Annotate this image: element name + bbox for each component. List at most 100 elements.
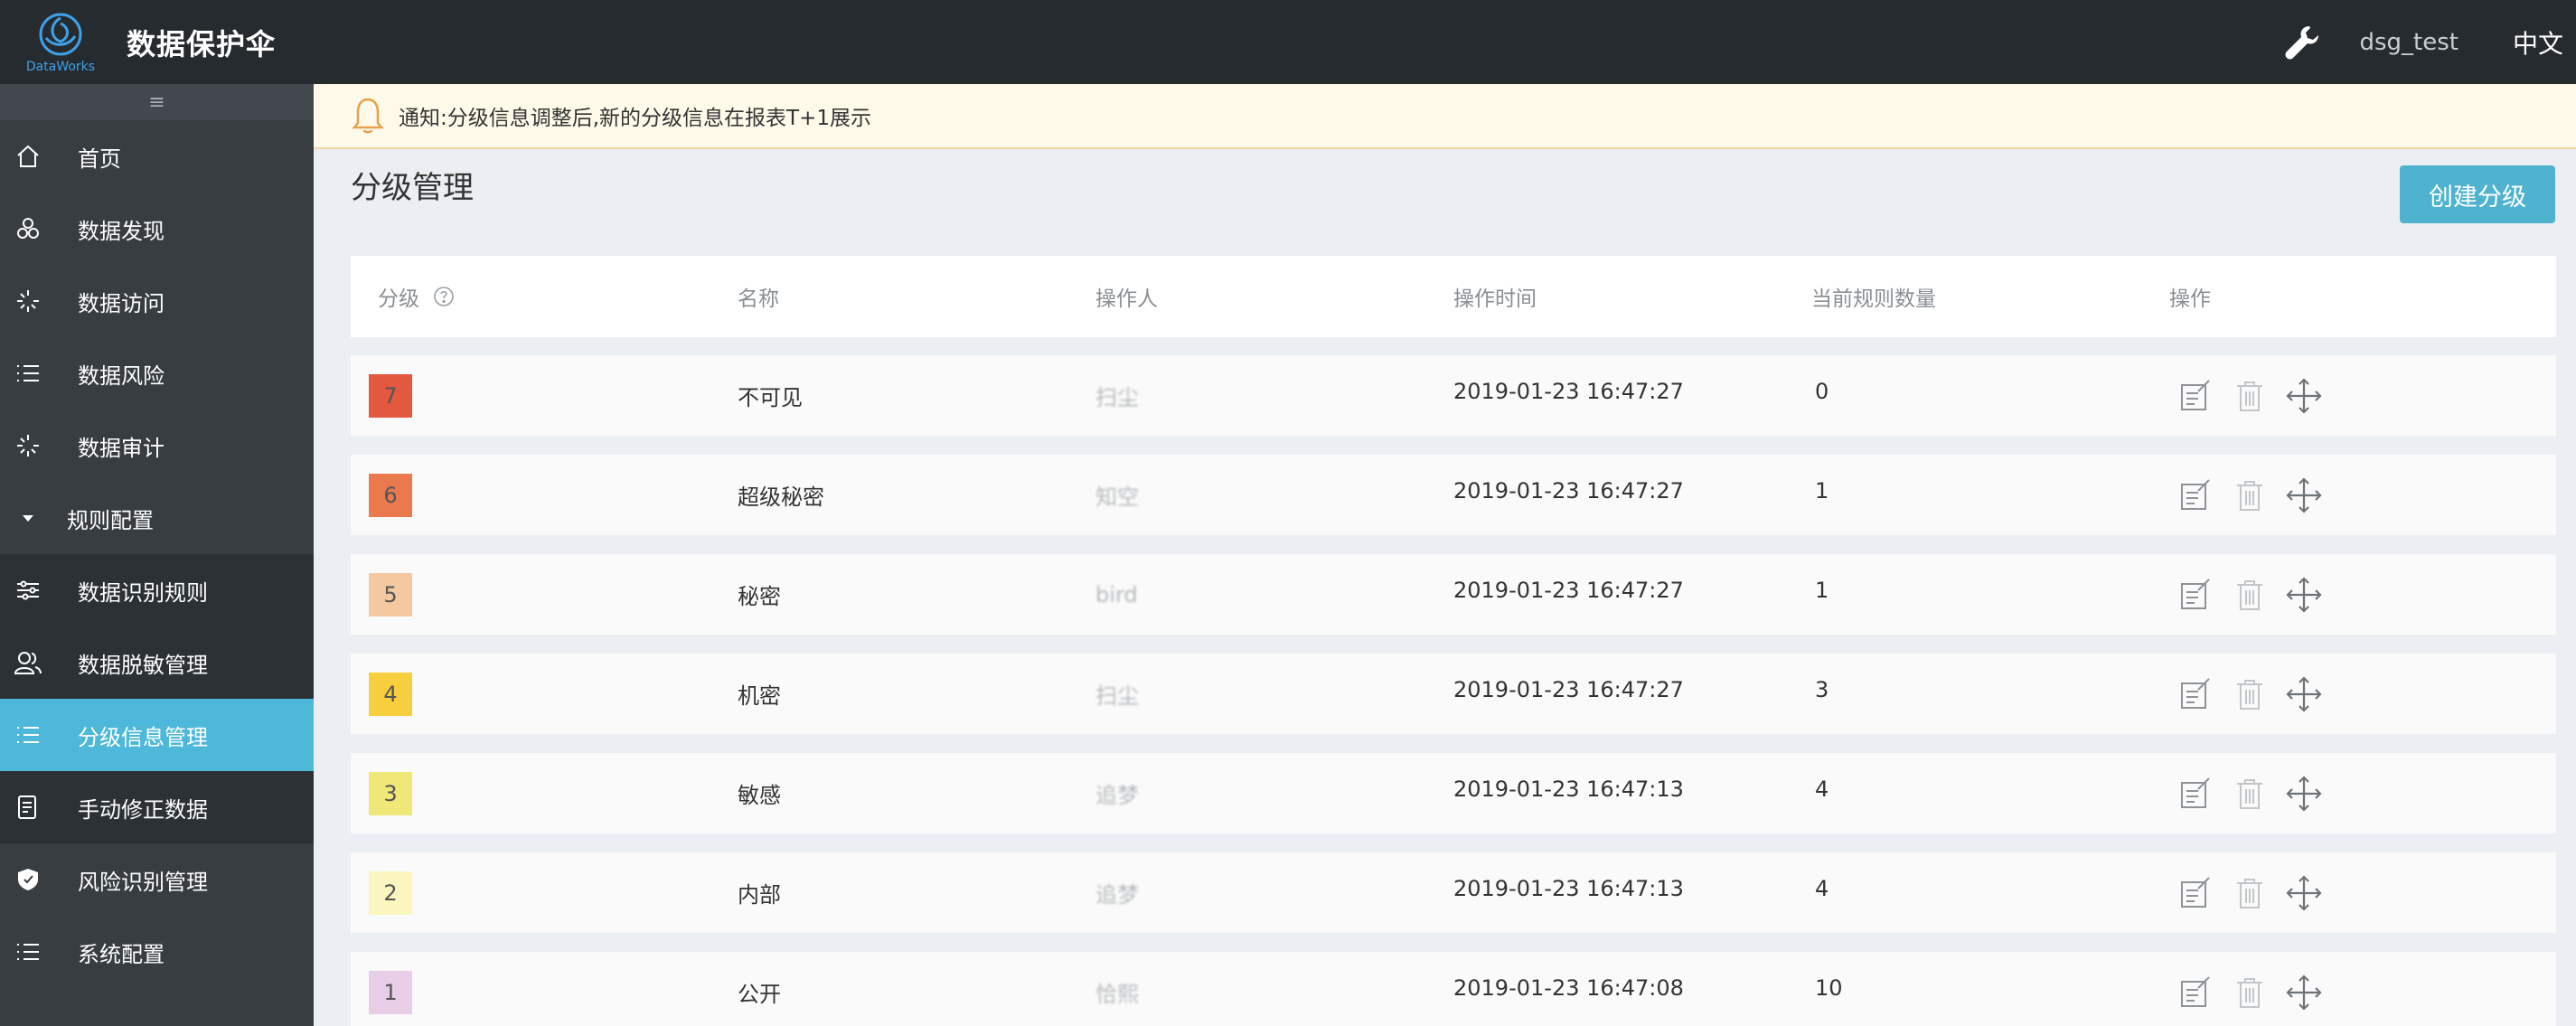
move-icon[interactable] (2283, 773, 2325, 814)
table-header: 分级 名称 操作人 操作时间 当前规则数量 操作 (351, 256, 2556, 337)
edit-icon[interactable] (2175, 375, 2216, 417)
operation-time: 2019-01-23 16:47:13 (1453, 776, 1684, 802)
level-badge: 6 (369, 473, 412, 517)
delete-icon[interactable] (2229, 574, 2270, 616)
level-name: 敏感 (738, 783, 781, 808)
users-icon (13, 647, 43, 678)
access-icon (13, 286, 43, 316)
brand[interactable]: DataWorks 数据保护伞 (0, 0, 314, 84)
level-name: 超级秘密 (738, 485, 824, 510)
column-header-label: 分级 (378, 287, 419, 311)
level-name: 秘密 (738, 584, 781, 609)
operator-name: bird (1095, 581, 1138, 607)
column-header-actions: 操作 (2169, 287, 2211, 311)
operation-time: 2019-01-23 16:47:13 (1453, 875, 1684, 901)
operator-name: 扫尘 (1095, 385, 1139, 410)
rule-count: 4 (1815, 875, 1829, 901)
edit-icon[interactable] (2175, 475, 2216, 516)
move-icon[interactable] (2283, 375, 2325, 417)
level-cell: 4 (351, 672, 412, 716)
move-icon[interactable] (2283, 872, 2325, 914)
bell-icon (350, 95, 386, 136)
sidebar-item-data-masking[interactable]: 数据脱敏管理 (0, 626, 314, 699)
sidebar-item-system-config[interactable]: 系统配置 (0, 916, 314, 988)
sidebar-item-data-risk[interactable]: 数据风险 (0, 337, 314, 409)
operator-name: 追梦 (1095, 882, 1139, 908)
edit-icon[interactable] (2175, 574, 2216, 616)
sidebar-item-label: 分级信息管理 (78, 724, 208, 750)
operator-name: 恰熙 (1095, 982, 1139, 1007)
delete-icon[interactable] (2229, 673, 2270, 715)
edit-icon[interactable] (2175, 972, 2216, 1013)
wrench-icon[interactable] (2280, 21, 2324, 64)
list-icon (13, 358, 43, 389)
level-cell: 6 (351, 473, 412, 517)
move-icon[interactable] (2283, 972, 2325, 1013)
row-actions (2175, 972, 2337, 1013)
sidebar-item-data-discovery[interactable]: 数据发现 (0, 193, 314, 265)
sidebar-group-rule-config[interactable]: 规则配置 (0, 482, 314, 554)
level-cell: 7 (351, 373, 412, 418)
menu-icon: ≡ (148, 90, 165, 114)
app-title: 数据保护伞 (127, 26, 277, 61)
create-level-button[interactable]: 创建分级 (2400, 165, 2555, 223)
move-icon[interactable] (2283, 673, 2325, 715)
rule-count: 10 (1815, 974, 1843, 1001)
sidebar-item-data-access[interactable]: 数据访问 (0, 265, 314, 337)
user-name[interactable]: dsg_test (2360, 29, 2458, 56)
list-icon (13, 720, 43, 750)
operator-name: 扫尘 (1095, 683, 1139, 709)
level-name: 公开 (738, 982, 781, 1007)
sidebar-item-data-identification-rules[interactable]: 数据识别规则 (0, 554, 314, 626)
sidebar-item-home[interactable]: 首页 (0, 120, 314, 193)
operator-name: 追梦 (1095, 783, 1139, 808)
delete-icon[interactable] (2229, 773, 2270, 814)
delete-icon[interactable] (2229, 375, 2270, 417)
level-badge: 5 (369, 572, 412, 617)
dataworks-logo-icon: DataWorks (20, 6, 101, 79)
operation-time: 2019-01-23 16:47:27 (1453, 378, 1684, 404)
sidebar: DataWorks 数据保护伞 ≡ 首页 数据发现 数据访问 数据风险 数据审计… (0, 0, 314, 1026)
sidebar-item-label: 数据脱敏管理 (78, 652, 208, 678)
move-icon[interactable] (2283, 475, 2325, 516)
sidebar-item-label: 手动修正数据 (78, 796, 208, 823)
level-cell: 3 (351, 771, 412, 815)
shield-icon (13, 864, 43, 895)
sidebar-item-manual-correction[interactable]: 手动修正数据 (0, 771, 314, 843)
table-row: 1 公开 恰熙 2019-01-23 16:47:08 10 (351, 952, 2556, 1026)
rule-count: 3 (1815, 676, 1829, 702)
level-cell: 1 (351, 970, 412, 1014)
level-badge: 3 (369, 771, 412, 815)
table-row: 4 机密 扫尘 2019-01-23 16:47:27 3 (351, 654, 2556, 735)
app-root: DataWorks 数据保护伞 ≡ 首页 数据发现 数据访问 数据风险 数据审计… (0, 0, 2576, 1026)
delete-icon[interactable] (2229, 475, 2270, 516)
move-icon[interactable] (2283, 574, 2325, 616)
column-header-time: 操作时间 (1453, 287, 1537, 311)
delete-icon[interactable] (2229, 872, 2270, 914)
home-icon (13, 141, 43, 172)
language-switch[interactable]: 中文 (2513, 24, 2563, 61)
help-icon[interactable] (432, 285, 456, 308)
sidebar-item-data-audit[interactable]: 数据审计 (0, 409, 314, 482)
operation-time: 2019-01-23 16:47:27 (1453, 577, 1684, 603)
edit-icon[interactable] (2175, 872, 2216, 914)
rule-count: 0 (1815, 378, 1829, 404)
column-header-name: 名称 (738, 287, 779, 311)
notice-bar: 通知:分级信息调整后,新的分级信息在报表T+1展示 (314, 84, 2576, 149)
edit-icon[interactable] (2175, 673, 2216, 715)
delete-icon[interactable] (2229, 972, 2270, 1013)
sidebar-item-label: 数据识别规则 (78, 579, 208, 606)
level-badge: 2 (369, 871, 412, 915)
operation-time: 2019-01-23 16:47:27 (1453, 477, 1684, 504)
edit-icon[interactable] (2175, 773, 2216, 814)
row-actions (2175, 872, 2337, 914)
sidebar-collapse-button[interactable]: ≡ (0, 84, 314, 120)
sidebar-item-level-info-management[interactable]: 分级信息管理 (0, 699, 314, 771)
sidebar-item-risk-identification[interactable]: 风险识别管理 (0, 843, 314, 916)
level-cell: 2 (351, 871, 412, 915)
table-row: 2 内部 追梦 2019-01-23 16:47:13 4 (351, 852, 2556, 934)
sidebar-item-label: 首页 (78, 146, 121, 172)
sidebar-item-label: 数据审计 (78, 435, 165, 461)
sidebar-item-label: 数据风险 (78, 362, 165, 389)
audit-icon (13, 430, 43, 461)
